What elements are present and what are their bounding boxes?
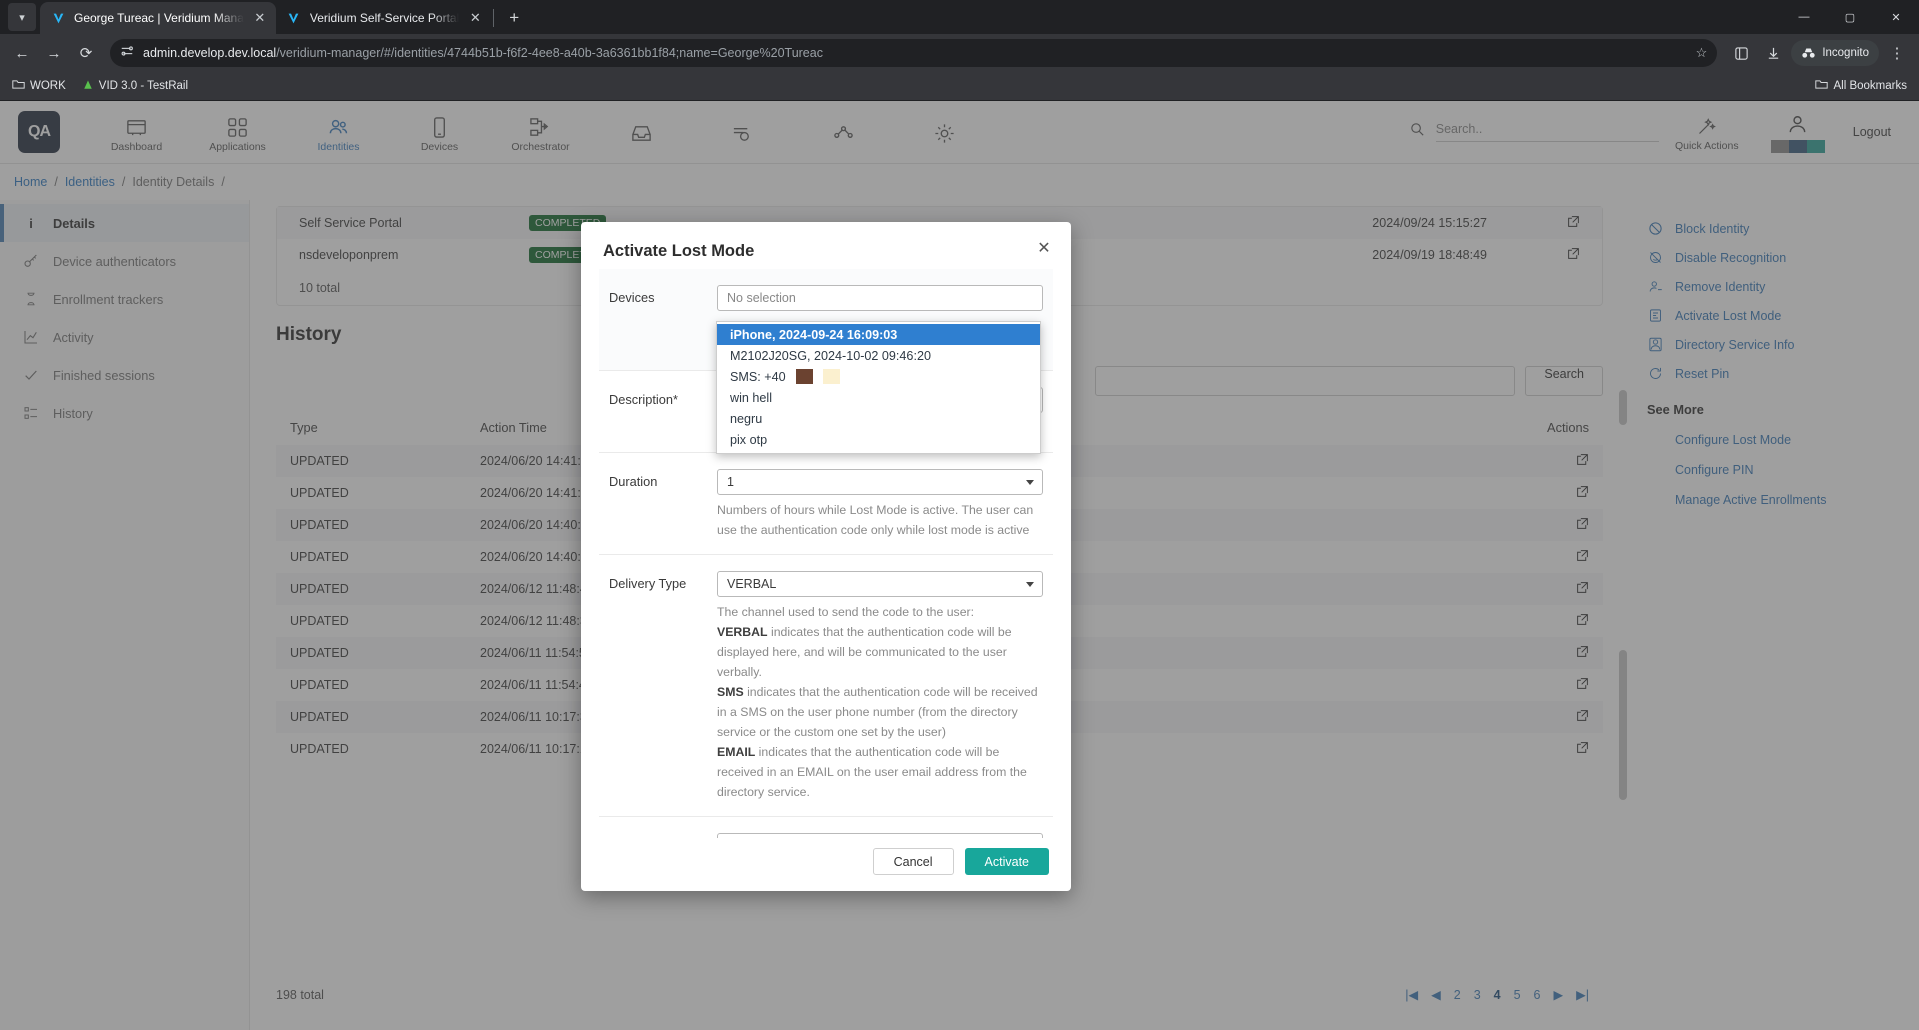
delivery-help-1-bold: SMS	[717, 685, 744, 699]
page-icon	[82, 79, 94, 94]
close-window-icon[interactable]: ✕	[1873, 0, 1919, 34]
dropdown-option-5[interactable]: pix otp	[717, 429, 1040, 450]
dialog-header: Activate Lost Mode ✕	[581, 222, 1071, 269]
color-swatch	[823, 369, 840, 384]
cancel-button[interactable]: Cancel	[873, 848, 954, 875]
chevron-down-icon	[1026, 582, 1034, 587]
web-page: QA Dashboard Applications Identities	[0, 101, 1919, 1030]
duration-help: Numbers of hours while Lost Mode is acti…	[717, 500, 1043, 540]
reload-icon[interactable]: ⟳	[72, 39, 100, 67]
dropdown-option-label: M2102J20SG, 2024-10-02 09:46:20	[730, 349, 931, 363]
address-bar[interactable]: admin.develop.dev.local/veridium-manager…	[110, 39, 1717, 67]
window-controls: — ▢ ✕	[1781, 0, 1919, 34]
delivery-help-0-bold: VERBAL	[717, 625, 768, 639]
tab-search-icon[interactable]: ▾	[8, 3, 36, 31]
folder-icon	[12, 79, 25, 93]
delivery-type-control: VERBAL The channel used to send the code…	[717, 571, 1043, 802]
chevron-down-icon	[1026, 480, 1034, 485]
dropdown-option-3[interactable]: win hell	[717, 387, 1040, 408]
duration-select[interactable]: 1	[717, 469, 1043, 495]
dropdown-option-0[interactable]: iPhone, 2024-09-24 16:09:03	[717, 324, 1040, 345]
browser-toolbar: ← → ⟳ admin.develop.dev.local/veridium-m…	[0, 34, 1919, 72]
bookmarks-bar: WORK VID 3.0 - TestRail All Bookmarks	[0, 72, 1919, 101]
dropdown-option-4[interactable]: negru	[717, 408, 1040, 429]
delivery-help-intro: The channel used to send the code to the…	[717, 605, 974, 619]
all-bookmarks-label: All Bookmarks	[1834, 80, 1908, 92]
delivery-type-label: Delivery Type	[609, 571, 705, 802]
minimize-icon[interactable]: —	[1781, 0, 1827, 34]
dropdown-option-label: win hell	[730, 391, 772, 405]
tab-title: Veridium Self-Service Portal	[310, 11, 459, 25]
maximize-icon[interactable]: ▢	[1827, 0, 1873, 34]
close-icon[interactable]: ✕	[1033, 238, 1055, 260]
dropdown-option-label: iPhone, 2024-09-24 16:09:03	[730, 328, 897, 342]
site-settings-icon[interactable]	[120, 44, 134, 63]
extensions-icon[interactable]	[1727, 39, 1755, 67]
dropdown-option-label: pix otp	[730, 433, 767, 447]
dialog-footer: Cancel Activate	[581, 838, 1071, 891]
bookmark-work[interactable]: WORK	[12, 79, 66, 93]
duration-label: Duration	[609, 469, 705, 540]
devices-placeholder: No selection	[727, 291, 796, 305]
dropdown-option-2[interactable]: SMS: +40	[717, 366, 1040, 387]
dropdown-option-label: SMS: +40	[730, 370, 786, 384]
activate-button[interactable]: Activate	[965, 848, 1049, 875]
delivery-type-value: VERBAL	[727, 577, 776, 591]
veridium-favicon	[286, 10, 302, 26]
description-label: Description*	[609, 387, 705, 438]
bookmark-testrail[interactable]: VID 3.0 - TestRail	[82, 79, 188, 94]
lost-mode-type-control: TEMPORARY This represent the type of the…	[717, 833, 1043, 838]
browser-tab-0[interactable]: George Tureac | Veridium Mana ✕	[40, 2, 276, 34]
dropdown-option-label: negru	[730, 412, 762, 426]
devices-select[interactable]: No selection	[717, 285, 1043, 311]
browser-window: ▾ George Tureac | Veridium Mana ✕ Veridi…	[0, 0, 1919, 1030]
devices-label: Devices	[609, 285, 705, 356]
delivery-help-1-text: indicates that the authentication code w…	[717, 685, 1038, 739]
tab-strip: ▾ George Tureac | Veridium Mana ✕ Veridi…	[0, 0, 1919, 34]
url-text: admin.develop.dev.local/veridium-manager…	[143, 46, 823, 60]
delivery-type-field: Delivery Type VERBAL The channel used to…	[599, 555, 1053, 817]
duration-control: 1 Numbers of hours while Lost Mode is ac…	[717, 469, 1043, 540]
delivery-type-select[interactable]: VERBAL	[717, 571, 1043, 597]
dropdown-option-1[interactable]: M2102J20SG, 2024-10-02 09:46:20	[717, 345, 1040, 366]
bookmarks-folder-icon	[1815, 79, 1828, 93]
close-icon[interactable]: ✕	[252, 10, 268, 26]
incognito-indicator[interactable]: Incognito	[1791, 40, 1879, 66]
all-bookmarks-button[interactable]: All Bookmarks	[1815, 79, 1908, 93]
delivery-type-help: The channel used to send the code to the…	[717, 602, 1043, 802]
incognito-label: Incognito	[1822, 47, 1869, 59]
duration-value: 1	[727, 475, 734, 489]
bookmark-label: VID 3.0 - TestRail	[99, 80, 188, 92]
tab-title: George Tureac | Veridium Mana	[74, 11, 244, 25]
close-icon[interactable]: ✕	[467, 10, 483, 26]
duration-field: Duration 1 Numbers of hours while Lost M…	[599, 453, 1053, 555]
bookmark-label: WORK	[30, 80, 66, 92]
back-icon[interactable]: ←	[8, 39, 36, 67]
lost-mode-type-select[interactable]: TEMPORARY	[717, 833, 1043, 838]
chrome-menu-icon[interactable]: ⋮	[1883, 39, 1911, 67]
downloads-icon[interactable]	[1759, 39, 1787, 67]
lost-mode-type-label: Lost mode type	[609, 833, 705, 838]
bookmark-star-icon[interactable]: ☆	[1696, 45, 1708, 61]
dialog-title: Activate Lost Mode	[603, 242, 1049, 261]
browser-tab-1[interactable]: Veridium Self-Service Portal ✕	[276, 2, 491, 34]
delivery-help-2-text: indicates that the authentication code w…	[717, 745, 1027, 799]
tab-divider	[493, 9, 494, 27]
delivery-help-2-bold: EMAIL	[717, 745, 755, 759]
veridium-favicon	[50, 10, 66, 26]
new-tab-button[interactable]: +	[500, 4, 528, 32]
color-swatch	[796, 369, 813, 384]
forward-icon[interactable]: →	[40, 39, 68, 67]
lost-mode-type-field: Lost mode type TEMPORARY This represent …	[599, 817, 1053, 838]
devices-dropdown-list[interactable]: iPhone, 2024-09-24 16:09:03 M2102J20SG, 2…	[716, 321, 1041, 454]
